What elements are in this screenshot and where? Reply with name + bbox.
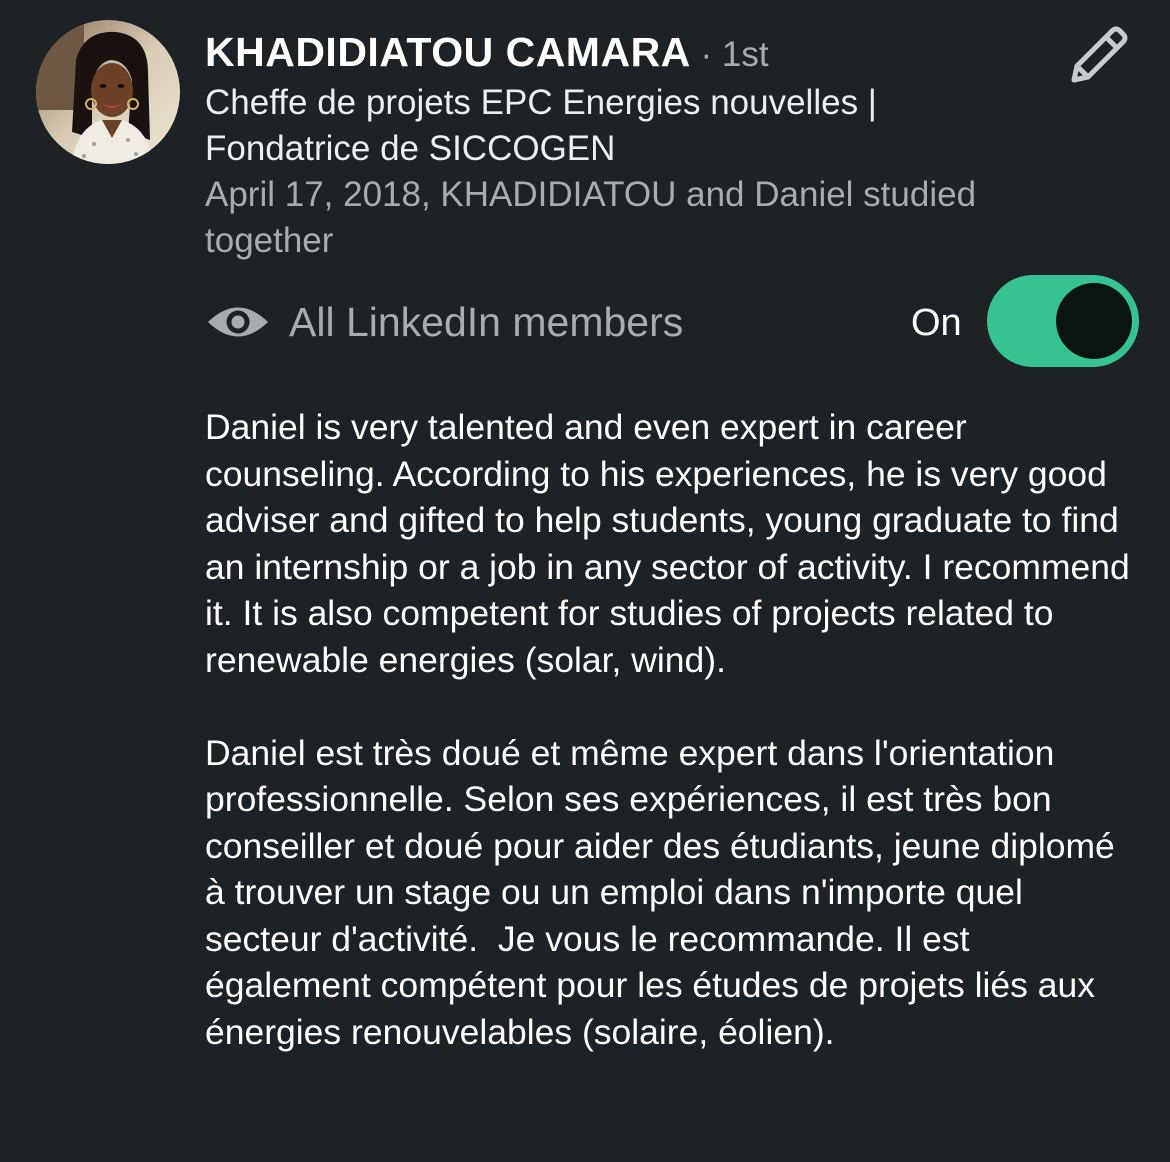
visibility-row: All LinkedIn members On <box>205 275 1140 367</box>
visibility-toggle[interactable] <box>987 275 1139 367</box>
recommendation-paragraph-french: Daniel est très doué et même expert dans… <box>205 732 1125 1052</box>
profile-name[interactable]: KHADIDIATOU CAMARA <box>205 29 691 75</box>
visibility-label: All LinkedIn members <box>289 299 684 345</box>
profile-headline: Cheffe de projets EPC Energies nouvelles… <box>205 83 877 168</box>
recommendation-paragraph-english: Daniel is very talented and even expert … <box>205 407 1140 680</box>
edit-button[interactable] <box>1064 22 1132 90</box>
pencil-icon <box>1071 26 1128 83</box>
toggle-knob[interactable] <box>1056 283 1132 359</box>
eye-icon <box>208 307 268 337</box>
toggle-state-label: On <box>911 302 962 344</box>
name-line: KHADIDIATOU CAMARA · 1st <box>205 26 1045 78</box>
recommendation-text: Daniel is very talented and even expert … <box>205 404 1140 1055</box>
avatar[interactable] <box>36 20 180 164</box>
profile-photo <box>36 20 180 164</box>
profile-header: KHADIDIATOU CAMARA · 1st Cheffe de proje… <box>205 26 1045 264</box>
degree-separator: · <box>690 35 722 74</box>
connection-degree: 1st <box>721 35 769 74</box>
recommendation-meta: April 17, 2018, KHADIDIATOU and Daniel s… <box>205 175 977 260</box>
